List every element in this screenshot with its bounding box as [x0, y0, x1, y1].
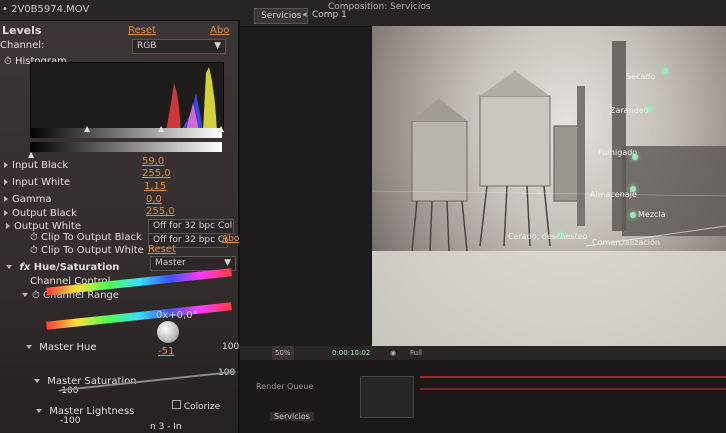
master-hue-label: Master Hue — [39, 342, 97, 353]
expand-icon[interactable] — [4, 162, 8, 168]
channel-value: RGB — [137, 41, 157, 51]
viewer-controls-bar: 50% 0:00:10:02 ◉ Full — [240, 346, 726, 360]
expand-icon[interactable] — [4, 196, 8, 202]
histogram-graph — [166, 67, 217, 131]
light-max-label: 100 — [222, 342, 240, 352]
stopwatch-icon[interactable]: ⏱ — [30, 232, 38, 243]
master-hue-value[interactable]: 0x+0,0° — [156, 310, 198, 321]
channel-dropdown[interactable]: RGB ▼ — [132, 39, 226, 54]
stopwatch-icon[interactable]: ⏱ — [32, 290, 40, 301]
stopwatch-icon[interactable]: ⏱ — [30, 245, 38, 256]
levels-title: Levels — [2, 24, 42, 37]
input-gradient — [30, 128, 222, 138]
viewer-scene — [372, 41, 726, 346]
work-area-bar — [420, 376, 726, 378]
input-black-value[interactable]: 59,0 — [142, 156, 164, 167]
file-title: • 2V0B5974.MOV — [2, 4, 90, 15]
clip-black-value: Off for 32 bpc Col — [153, 221, 233, 231]
input-white-handle-icon[interactable]: ▲ — [218, 124, 224, 133]
histogram[interactable] — [30, 62, 224, 132]
gamma-handle-icon[interactable]: ▲ — [158, 124, 164, 133]
composition-tabs-bar: Composition: Servicios Servicios ◂ Comp … — [240, 0, 726, 27]
stopwatch-icon[interactable]: ⏱ — [4, 56, 12, 67]
marker-dot-mezcla — [630, 212, 636, 218]
param-label: Output Black — [12, 208, 77, 219]
colorize-row: Colorize — [172, 400, 220, 412]
output-black-handle-icon[interactable]: ▲ — [28, 150, 34, 159]
expand-icon[interactable] — [4, 179, 8, 185]
clip-white-row: ⏱ Clip To Output White — [30, 245, 144, 256]
master-saturation-value[interactable]: -51 — [158, 346, 174, 357]
channel-control-value: Master — [155, 258, 186, 268]
param-output-white: Output White — [6, 221, 81, 232]
colorize-checkbox[interactable] — [172, 400, 181, 409]
hue-sat-title: Hue/Saturation — [33, 262, 120, 273]
collapse-icon[interactable] — [6, 265, 12, 269]
label-secado: Secado — [626, 72, 656, 81]
param-output-black: Output Black — [4, 208, 77, 219]
camera-icon[interactable]: ◉ — [390, 346, 396, 360]
param-label: Output White — [14, 221, 81, 232]
composition-viewer[interactable]: Secado Zarandeo Fumigado Almacenaje Mezc… — [372, 26, 726, 346]
label-zarandeo: Zarandeo — [610, 106, 649, 115]
tab-comp-1[interactable]: Comp 1 — [306, 8, 353, 22]
output-gradient — [30, 142, 222, 152]
label-fumigado: Fumigado — [598, 148, 638, 157]
chevron-down-icon: ▼ — [214, 41, 221, 51]
layer-switches[interactable] — [360, 376, 414, 418]
param-label: Input Black — [12, 160, 69, 171]
channel-range-bottom-spectrum — [46, 302, 232, 330]
master-lightness-row: Master Lightness — [36, 406, 134, 417]
output-white-value[interactable]: 255,0 — [146, 206, 175, 217]
label-almacenaje: Almacenaje — [590, 190, 637, 199]
hue-sat-reset-button[interactable]: Reset — [148, 244, 176, 255]
levels-reset-button[interactable]: Reset — [128, 25, 156, 36]
levels-about-link[interactable]: Abo — [210, 25, 229, 36]
param-input-black: Input Black — [4, 160, 68, 171]
collapse-icon[interactable] — [36, 409, 42, 413]
layer-bar — [420, 388, 726, 390]
fx-icon[interactable]: fx — [19, 262, 30, 273]
light-min-label: -100 — [60, 416, 81, 426]
clip-black-dropdown[interactable]: Off for 32 bpc Col — [148, 219, 234, 234]
clip-black-label: Clip To Output Black — [41, 232, 142, 243]
resolution-dropdown[interactable]: Full — [410, 346, 422, 360]
colorize-label: Colorize — [183, 402, 221, 412]
expand-icon[interactable] — [4, 210, 8, 216]
label-mezcla: Mezcla — [638, 210, 666, 219]
output-black-value[interactable]: 0,0 — [146, 194, 162, 205]
timecode[interactable]: 0:00:10:02 — [332, 346, 370, 360]
input-white-value[interactable]: 255,0 — [142, 168, 171, 179]
param-gamma: Gamma — [4, 194, 52, 205]
tab-timeline-servicios[interactable]: Servicios — [270, 412, 314, 421]
master-hue-row: Master Hue — [26, 342, 97, 353]
hue-sat-header: fx Hue/Saturation — [6, 262, 119, 273]
channel-label: Channel: — [0, 40, 45, 51]
expand-icon[interactable] — [6, 223, 10, 229]
master-hue-dial[interactable] — [156, 320, 180, 344]
zoom-dropdown[interactable]: 50% — [272, 346, 294, 360]
clip-white-label: Clip To Output White — [41, 245, 144, 256]
input-black-handle-icon[interactable]: ▲ — [84, 124, 90, 133]
tab-render-queue[interactable]: Render Queue — [256, 382, 313, 391]
gamma-value[interactable]: 1,15 — [144, 181, 166, 192]
label-comercializacion: Comercialización — [592, 238, 660, 247]
effect-controls-panel: • 2V0B5974.MOV Levels Reset Abo Channel:… — [0, 0, 240, 433]
collapse-icon[interactable] — [34, 379, 40, 383]
master-saturation-row: Master Saturation — [34, 376, 137, 387]
collapse-icon[interactable] — [26, 345, 32, 349]
label-carado: Carado, deschesteo — [508, 232, 588, 241]
param-input-white: Input White — [4, 177, 70, 188]
collapse-icon[interactable] — [22, 293, 28, 297]
clip-about-link[interactable]: Abo — [222, 234, 239, 244]
marker-dot-secado — [662, 68, 668, 74]
param-label: Gamma — [12, 194, 52, 205]
panel-header: • 2V0B5974.MOV — [0, 0, 240, 21]
clip-black-row: ⏱ Clip To Output Black — [30, 232, 142, 243]
param-label: Input White — [12, 177, 71, 188]
left-panel-tab[interactable]: n 3 - In — [150, 422, 182, 432]
